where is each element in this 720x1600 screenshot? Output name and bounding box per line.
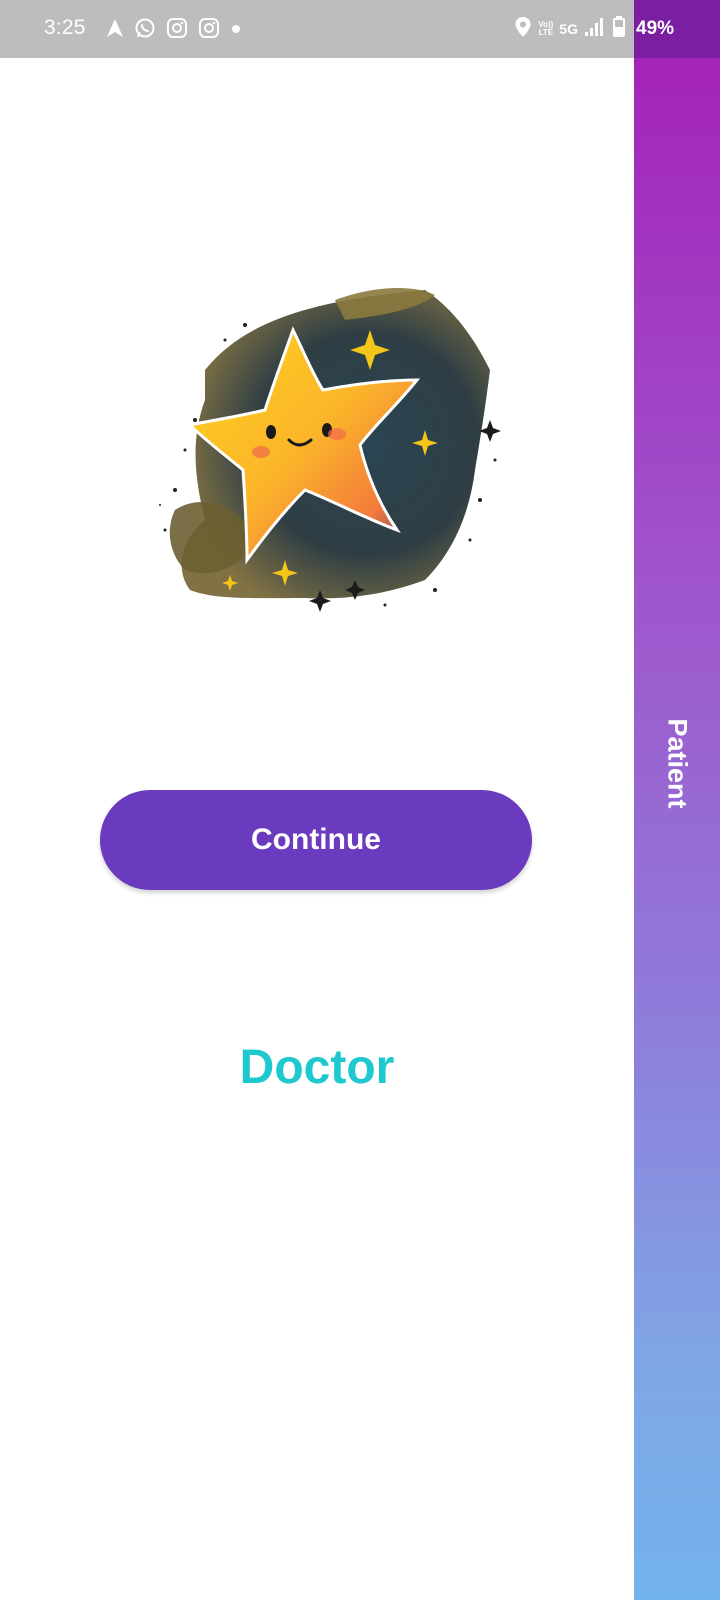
volte-icon: Vo)) LTE bbox=[538, 20, 554, 37]
battery-icon bbox=[612, 15, 626, 43]
status-right: Vo)) LTE 5G 49% bbox=[514, 0, 720, 58]
network-type: 5G bbox=[559, 21, 578, 37]
battery-level-area: 49% bbox=[634, 0, 720, 58]
status-left-icons bbox=[106, 17, 242, 44]
navigation-icon bbox=[106, 18, 124, 43]
instagram-icon bbox=[198, 17, 220, 44]
star-character-icon bbox=[135, 280, 505, 620]
instagram-icon bbox=[166, 17, 188, 44]
doctor-option[interactable]: Doctor bbox=[0, 1040, 634, 1095]
signal-icon bbox=[584, 17, 606, 42]
patient-label: Patient bbox=[662, 718, 693, 809]
status-bar: 3:25 Vo)) LTE 5G 49% bbox=[0, 0, 720, 58]
battery-percentage: 49% bbox=[636, 18, 675, 39]
location-icon bbox=[514, 16, 532, 43]
status-time: 3:25 bbox=[44, 16, 86, 39]
whatsapp-icon bbox=[134, 17, 156, 44]
dot-icon bbox=[230, 22, 242, 40]
patient-side-panel[interactable]: Patient bbox=[634, 58, 720, 1600]
continue-button[interactable]: Continue bbox=[100, 790, 532, 890]
